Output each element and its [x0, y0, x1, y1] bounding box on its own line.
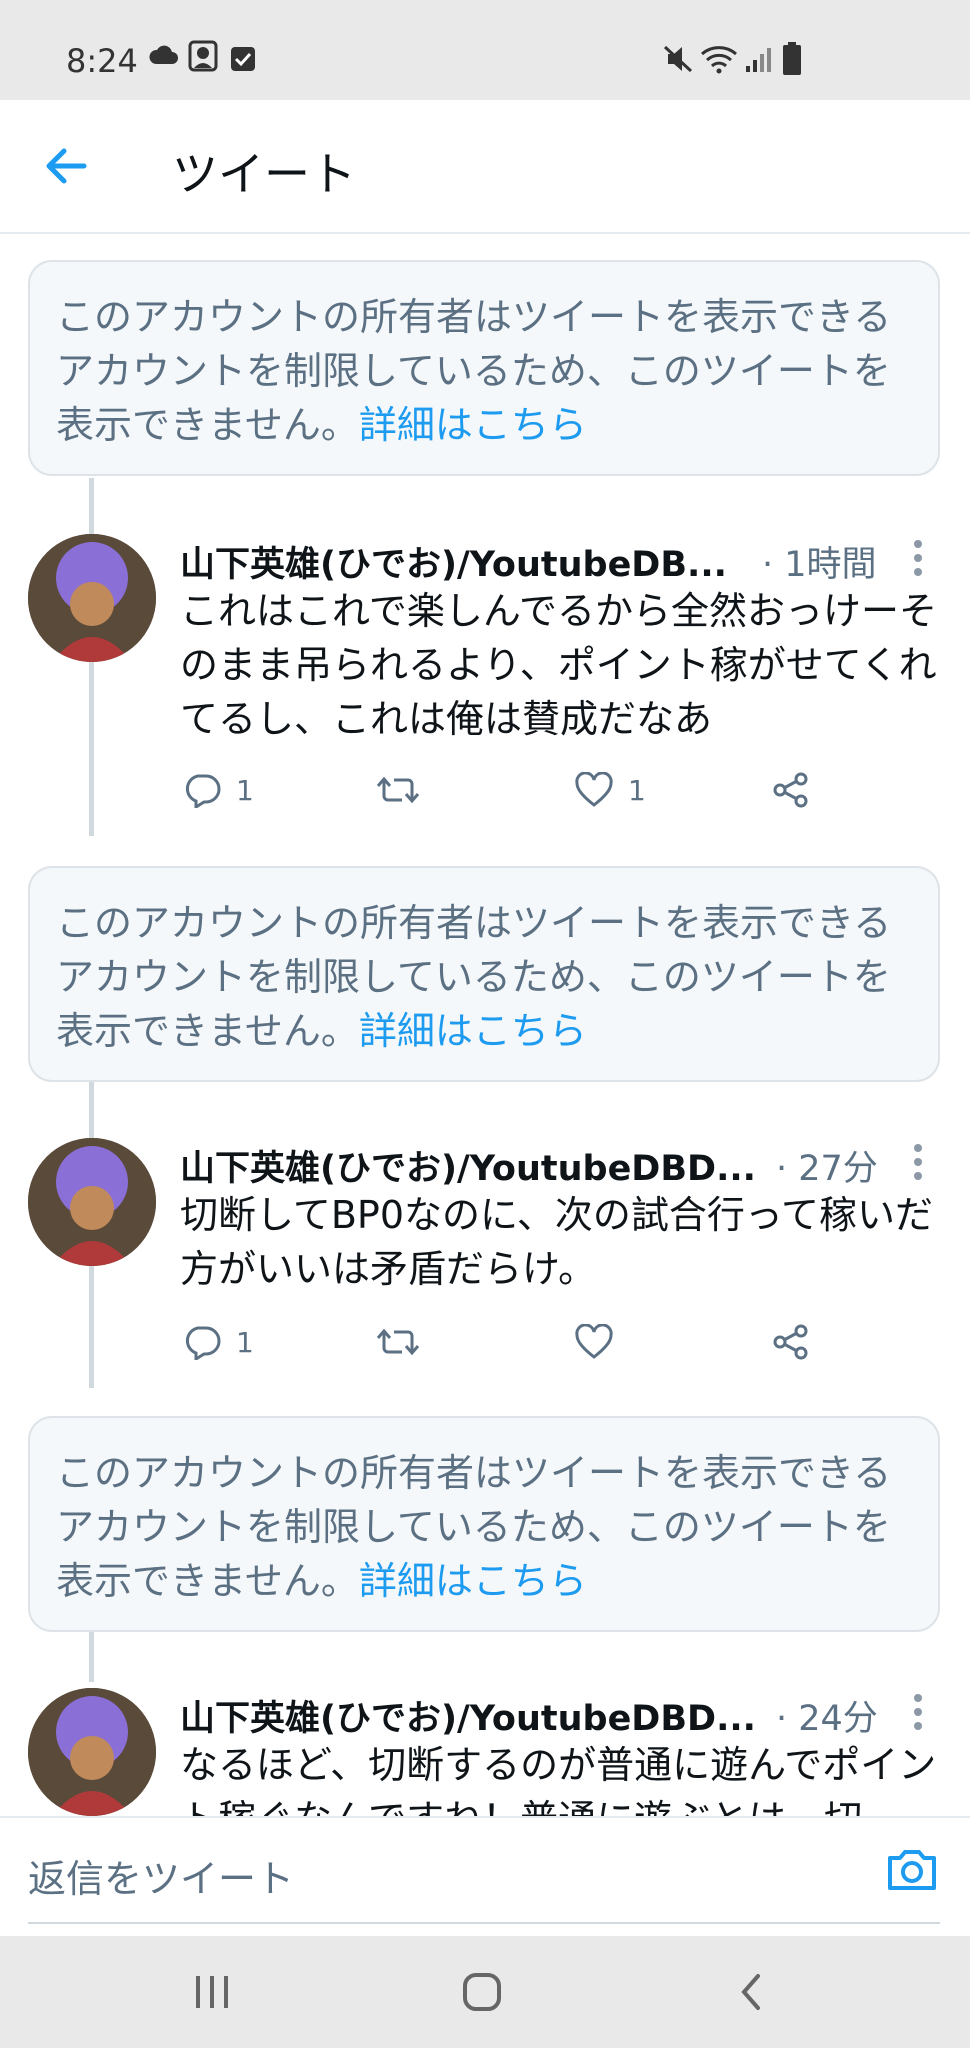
avatar[interactable] [28, 1138, 156, 1266]
tweet[interactable]: 山下英雄(ひでお)/YoutubeDBD... · 27分 切断してBP0なのに… [0, 1124, 970, 1384]
heart-icon [575, 1324, 613, 1359]
arrow-left-icon[interactable] [40, 140, 92, 192]
reply-icon [185, 774, 221, 808]
restricted-tweet-notice: このアカウントの所有者はツイートを表示できるアカウントを制限しているため、このツ… [28, 260, 940, 476]
reply-button[interactable]: 1 [182, 1324, 254, 1360]
tweet[interactable]: 山下英雄(ひでお)/YoutubeDB... · 1時間 これはこれで楽しんでる… [0, 520, 970, 820]
back-icon[interactable] [736, 1964, 766, 2020]
tweet-time: · 27分 [776, 1149, 878, 1189]
retweet-icon [376, 1328, 420, 1356]
reply-bar: 返信をツイート [0, 1816, 970, 1938]
tweet[interactable]: 山下英雄(ひでお)/YoutubeDBD... · 24分 なるほど、切断するの… [0, 1674, 970, 1816]
tweet-time: · 1時間 [762, 545, 877, 585]
tweet-text: なるほど、切断するのが普通に遊んでポイント稼ぐなんですね！普通に遊ぶとは、切 [180, 1743, 937, 1816]
reply-count: 1 [236, 773, 254, 807]
reply-input[interactable]: 返信をツイート [28, 1818, 940, 1924]
retweet-icon [376, 776, 420, 804]
share-button[interactable] [772, 772, 810, 808]
tweet-text: 切断してBP0なのに、次の試合行って稼いだ方がいいは矛盾だらけ。 [180, 1193, 933, 1291]
status-bar: 8:24 [0, 0, 970, 100]
reply-icon [185, 1326, 221, 1360]
tweet-author-name[interactable]: 山下英雄(ひでお)/YoutubeDB... [180, 536, 727, 587]
more-options-icon[interactable] [912, 538, 924, 578]
learn-more-link[interactable]: 詳細はこちら [359, 403, 587, 447]
learn-more-link[interactable]: 詳細はこちら [359, 1559, 587, 1603]
battery-icon [783, 42, 801, 75]
profile-photo-icon [188, 40, 218, 72]
more-options-icon[interactable] [912, 1142, 924, 1182]
avatar[interactable] [28, 1688, 156, 1816]
app-header: ツイート [0, 100, 970, 234]
share-icon [773, 1324, 808, 1360]
share-icon [773, 772, 808, 808]
avatar[interactable] [28, 534, 156, 662]
retweet-button[interactable] [376, 1324, 434, 1360]
checkbox-icon [231, 47, 255, 71]
restricted-tweet-notice: このアカウントの所有者はツイートを表示できるアカウントを制限しているため、このツ… [28, 1416, 940, 1632]
reply-count: 1 [236, 1325, 254, 1359]
more-options-icon[interactable] [912, 1692, 924, 1732]
tweet-time: · 24分 [776, 1699, 878, 1739]
wifi-icon [701, 46, 737, 74]
avatar-image [28, 534, 156, 662]
like-button[interactable] [574, 1324, 628, 1360]
heart-icon [575, 772, 613, 807]
learn-more-link[interactable]: 詳細はこちら [359, 1009, 587, 1053]
home-icon[interactable] [460, 1964, 504, 2020]
restricted-tweet-notice: このアカウントの所有者はツイートを表示できるアカウントを制限しているため、このツ… [28, 866, 940, 1082]
like-button[interactable]: 1 [574, 772, 646, 808]
avatar-image [28, 1688, 156, 1816]
tweet-author-name[interactable]: 山下英雄(ひでお)/YoutubeDBD... [180, 1690, 756, 1741]
tweet-text: これはこれで楽しんでるから全然おっけーそのまま吊られるより、ポイント稼がせてくれ… [180, 589, 937, 741]
camera-icon[interactable] [884, 1842, 940, 1898]
avatar-image [28, 1138, 156, 1266]
signal-icon [746, 48, 771, 72]
cloud-icon [149, 45, 178, 64]
system-nav-bar [0, 1936, 970, 2048]
share-button[interactable] [772, 1324, 810, 1360]
page-title: ツイート [172, 147, 356, 201]
retweet-button[interactable] [376, 772, 434, 808]
recent-apps-icon[interactable] [190, 1964, 234, 2020]
mute-icon [663, 45, 693, 73]
reply-button[interactable]: 1 [182, 772, 254, 808]
tweet-author-name[interactable]: 山下英雄(ひでお)/YoutubeDBD... [180, 1140, 756, 1191]
status-time: 8:24 [66, 42, 138, 80]
like-count: 1 [628, 773, 646, 807]
reply-placeholder: 返信をツイート [28, 1857, 295, 1901]
